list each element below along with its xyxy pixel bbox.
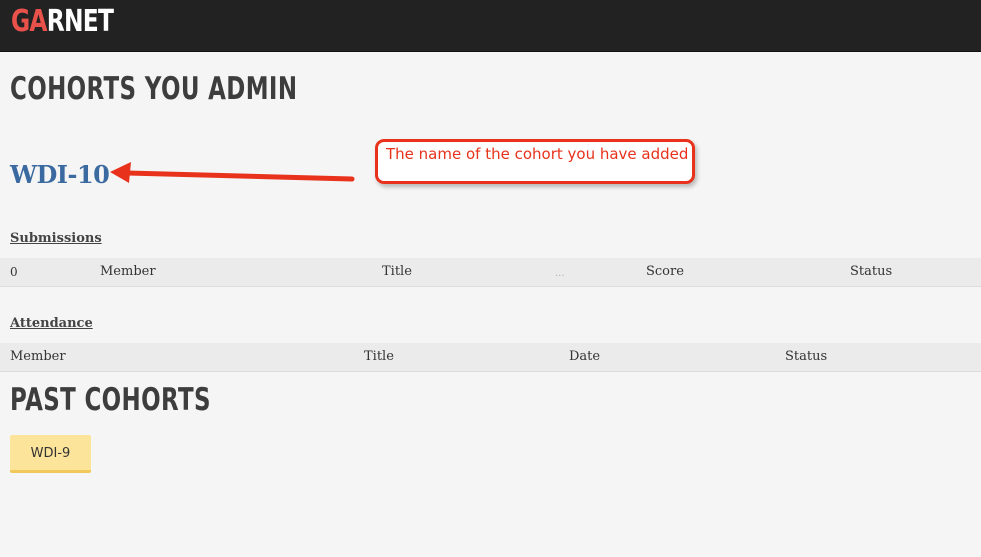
annotation-callout: The name of the cohort you have added (375, 139, 695, 184)
annotation-text: The name of the cohort you have added (386, 145, 689, 163)
col-status[interactable]: Status (785, 348, 827, 366)
attendance-label: Attendance (10, 316, 93, 331)
col-member[interactable]: Member (100, 263, 156, 281)
col-score[interactable]: Score (646, 263, 684, 281)
col-more[interactable]: ... (555, 265, 565, 283)
attendance-table-header: Member Title Date Status (0, 343, 981, 372)
col-title[interactable]: Title (364, 348, 394, 366)
col-count[interactable]: 0 (10, 263, 18, 281)
admin-cohorts-heading: COHORTS YOU ADMIN (10, 71, 298, 107)
logo-text-accent: GA (11, 4, 48, 39)
submissions-table-header: 0 Member Title ... Score Status (0, 258, 981, 287)
col-status[interactable]: Status (850, 263, 892, 281)
garnet-logo[interactable]: GARNET (11, 4, 114, 39)
past-cohorts-heading: PAST COHORTS (10, 382, 211, 418)
top-navbar: GARNET (0, 0, 981, 52)
col-date[interactable]: Date (569, 348, 600, 366)
past-cohort-button-wdi-9[interactable]: WDI-9 (10, 435, 91, 473)
submissions-label: Submissions (10, 231, 102, 246)
cohort-link-wdi-10[interactable]: WDI-10 (10, 160, 110, 190)
col-title[interactable]: Title (382, 263, 412, 281)
col-member[interactable]: Member (10, 348, 66, 366)
logo-text: RNET (46, 4, 114, 39)
